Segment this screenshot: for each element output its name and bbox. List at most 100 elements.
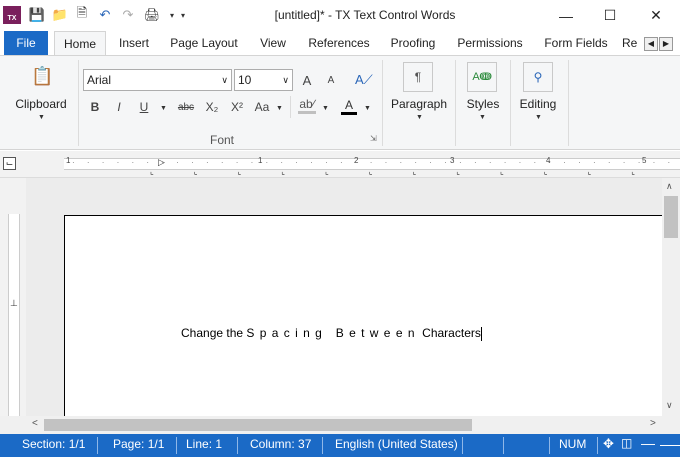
scroll-left-icon[interactable]: < bbox=[32, 418, 38, 429]
chevron-down-icon: ∨ bbox=[221, 75, 228, 85]
case-caret-icon[interactable]: ▼ bbox=[276, 105, 283, 112]
tab-page-layout[interactable]: Page Layout bbox=[164, 31, 244, 55]
font-color-icon[interactable]: A bbox=[341, 98, 357, 115]
subscript-button[interactable]: X₂ bbox=[203, 100, 221, 114]
superscript-button[interactable]: X² bbox=[228, 100, 246, 114]
shrink-font-icon[interactable]: A bbox=[324, 75, 338, 86]
tab-form-fields[interactable]: Form Fields bbox=[538, 31, 614, 55]
text-cursor bbox=[480, 326, 482, 341]
scroll-down-icon[interactable]: ∨ bbox=[666, 400, 673, 411]
tab-scroll-left-icon[interactable]: ◀ bbox=[644, 37, 658, 51]
underline-caret-icon[interactable]: ▼ bbox=[160, 105, 167, 112]
scroll-up-icon[interactable]: ∧ bbox=[666, 181, 673, 192]
divider bbox=[237, 437, 238, 454]
tab-stop-selector-icon[interactable]: ⌙ bbox=[3, 157, 16, 170]
font-dialog-launcher-icon[interactable]: ⇲ bbox=[370, 134, 377, 143]
customize-toolbar-icon[interactable]: ▾ bbox=[174, 6, 192, 24]
paragraph-icon[interactable]: ¶ bbox=[403, 62, 433, 92]
grow-font-icon[interactable]: A bbox=[300, 73, 314, 88]
divider bbox=[568, 60, 569, 146]
bold-button[interactable]: B bbox=[88, 100, 102, 114]
tab-view[interactable]: View bbox=[252, 31, 294, 55]
text-spaced: S p a c i n g B e t w e e n bbox=[246, 326, 416, 340]
tab-file[interactable]: File bbox=[4, 31, 48, 55]
tab-proofing[interactable]: Proofing bbox=[384, 31, 442, 55]
paragraph-label[interactable]: Paragraph bbox=[388, 97, 450, 111]
divider bbox=[97, 437, 98, 454]
app-logo: TX bbox=[3, 6, 21, 24]
horizontal-ruler[interactable]: ⌙ 1 1 2 3 4 5 ▷ · · · · · · · · · · · · … bbox=[0, 151, 680, 178]
status-section: Section: 1/1 bbox=[22, 437, 86, 451]
clipboard-label[interactable]: Clipboard bbox=[10, 97, 72, 111]
vertical-scroll-thumb[interactable] bbox=[664, 196, 678, 238]
change-case-button[interactable]: Aa bbox=[253, 100, 271, 114]
minimize-button[interactable]: — bbox=[543, 0, 589, 31]
maximize-button[interactable]: ☐ bbox=[587, 0, 633, 31]
clear-formatting-icon[interactable]: A⟋ bbox=[355, 72, 373, 88]
highlight-icon[interactable]: ab∕ bbox=[298, 97, 316, 114]
print-icon[interactable]: 🖨 bbox=[143, 6, 161, 24]
scroll-right-icon[interactable]: > bbox=[650, 418, 656, 429]
font-name-combo[interactable]: Arial ∨ bbox=[83, 69, 232, 91]
tab-references-more[interactable]: Re bbox=[622, 31, 642, 55]
new-document-icon[interactable]: 🗎 bbox=[73, 5, 91, 24]
status-language[interactable]: English (United States) bbox=[335, 437, 458, 451]
styles-icon[interactable]: Aↈ bbox=[467, 62, 497, 92]
text-end: Characters bbox=[422, 326, 481, 340]
tab-markers: ⌞⌞⌞⌞⌞⌞⌞⌞⌞⌞⌞⌞ bbox=[150, 167, 675, 176]
editing-caret-icon[interactable]: ▼ bbox=[535, 114, 542, 121]
vertical-scrollbar[interactable]: ∧ ∨ bbox=[662, 178, 680, 416]
strikethrough-button[interactable]: abc bbox=[176, 102, 196, 113]
divider bbox=[382, 60, 383, 146]
zoom-out-icon[interactable]: — bbox=[641, 435, 655, 451]
zoom-fit-icon[interactable]: ✥ bbox=[603, 436, 614, 452]
save-icon[interactable]: 💾 bbox=[28, 6, 46, 24]
clipboard-caret-icon[interactable]: ▼ bbox=[38, 114, 45, 121]
styles-caret-icon[interactable]: ▼ bbox=[479, 114, 486, 121]
styles-label[interactable]: Styles bbox=[460, 97, 506, 111]
tab-scroll-right-icon[interactable]: ▶ bbox=[659, 37, 673, 51]
document-area: ⊥ Change the S p a c i n g B e t w e e n… bbox=[0, 178, 680, 434]
status-column: Column: 37 bbox=[250, 437, 312, 451]
horizontal-scrollbar[interactable]: < > bbox=[26, 416, 662, 434]
horizontal-scroll-thumb[interactable] bbox=[44, 419, 472, 431]
font-group-label: Font bbox=[209, 133, 234, 147]
open-icon[interactable]: 📁 bbox=[51, 6, 69, 24]
divider bbox=[455, 60, 456, 146]
undo-icon[interactable]: ↶ bbox=[96, 6, 114, 24]
font-size-combo[interactable]: 10 ∨ bbox=[234, 69, 293, 91]
tab-insert[interactable]: Insert bbox=[110, 31, 158, 55]
underline-button[interactable]: U bbox=[138, 100, 150, 114]
status-num: NUM bbox=[559, 437, 587, 451]
divider bbox=[78, 60, 79, 146]
editing-label[interactable]: Editing bbox=[514, 97, 562, 111]
document-page[interactable]: Change the S p a c i n g B e t w e e n C… bbox=[64, 215, 664, 416]
italic-button[interactable]: I bbox=[113, 100, 125, 114]
redo-icon[interactable]: ↷ bbox=[119, 6, 137, 24]
paragraph-caret-icon[interactable]: ▼ bbox=[416, 114, 423, 121]
close-button[interactable]: ✕ bbox=[633, 0, 679, 31]
font-color-caret-icon[interactable]: ▼ bbox=[364, 105, 371, 112]
divider bbox=[510, 60, 511, 146]
highlight-caret-icon[interactable]: ▼ bbox=[322, 105, 329, 112]
divider bbox=[597, 437, 598, 454]
tab-permissions[interactable]: Permissions bbox=[452, 31, 528, 55]
tab-home[interactable]: Home bbox=[54, 31, 106, 55]
zoom-slider-track[interactable] bbox=[660, 445, 680, 446]
status-page: Page: 1/1 bbox=[113, 437, 165, 451]
zoom-page-icon[interactable]: ◫ bbox=[621, 436, 632, 450]
vertical-ruler[interactable]: ⊥ bbox=[0, 178, 26, 416]
clipboard-icon[interactable]: 📋 bbox=[31, 66, 53, 88]
ruler-number: 1 bbox=[66, 156, 71, 165]
tab-references[interactable]: References bbox=[302, 31, 376, 55]
document-text[interactable]: Change the S p a c i n g B e t w e e n C… bbox=[161, 312, 482, 355]
title-bar: TX 💾 📁 🗎 ↶ ↷ 🖨 ▾ ▾ [untitled]* - TX Text… bbox=[0, 0, 680, 31]
divider bbox=[462, 437, 463, 454]
divider bbox=[549, 437, 550, 454]
ribbon-home: 📋 Clipboard ▼ Arial ∨ 10 ∨ A A A⟋ B I U ▼ … bbox=[0, 55, 680, 150]
status-line: Line: 1 bbox=[186, 437, 223, 451]
font-name-value: Arial bbox=[87, 73, 112, 87]
margin-marker-icon[interactable]: ⊥ bbox=[10, 298, 18, 309]
window-title: [untitled]* - TX Text Control Words bbox=[274, 8, 456, 22]
find-icon[interactable]: ⚲ bbox=[523, 62, 553, 92]
